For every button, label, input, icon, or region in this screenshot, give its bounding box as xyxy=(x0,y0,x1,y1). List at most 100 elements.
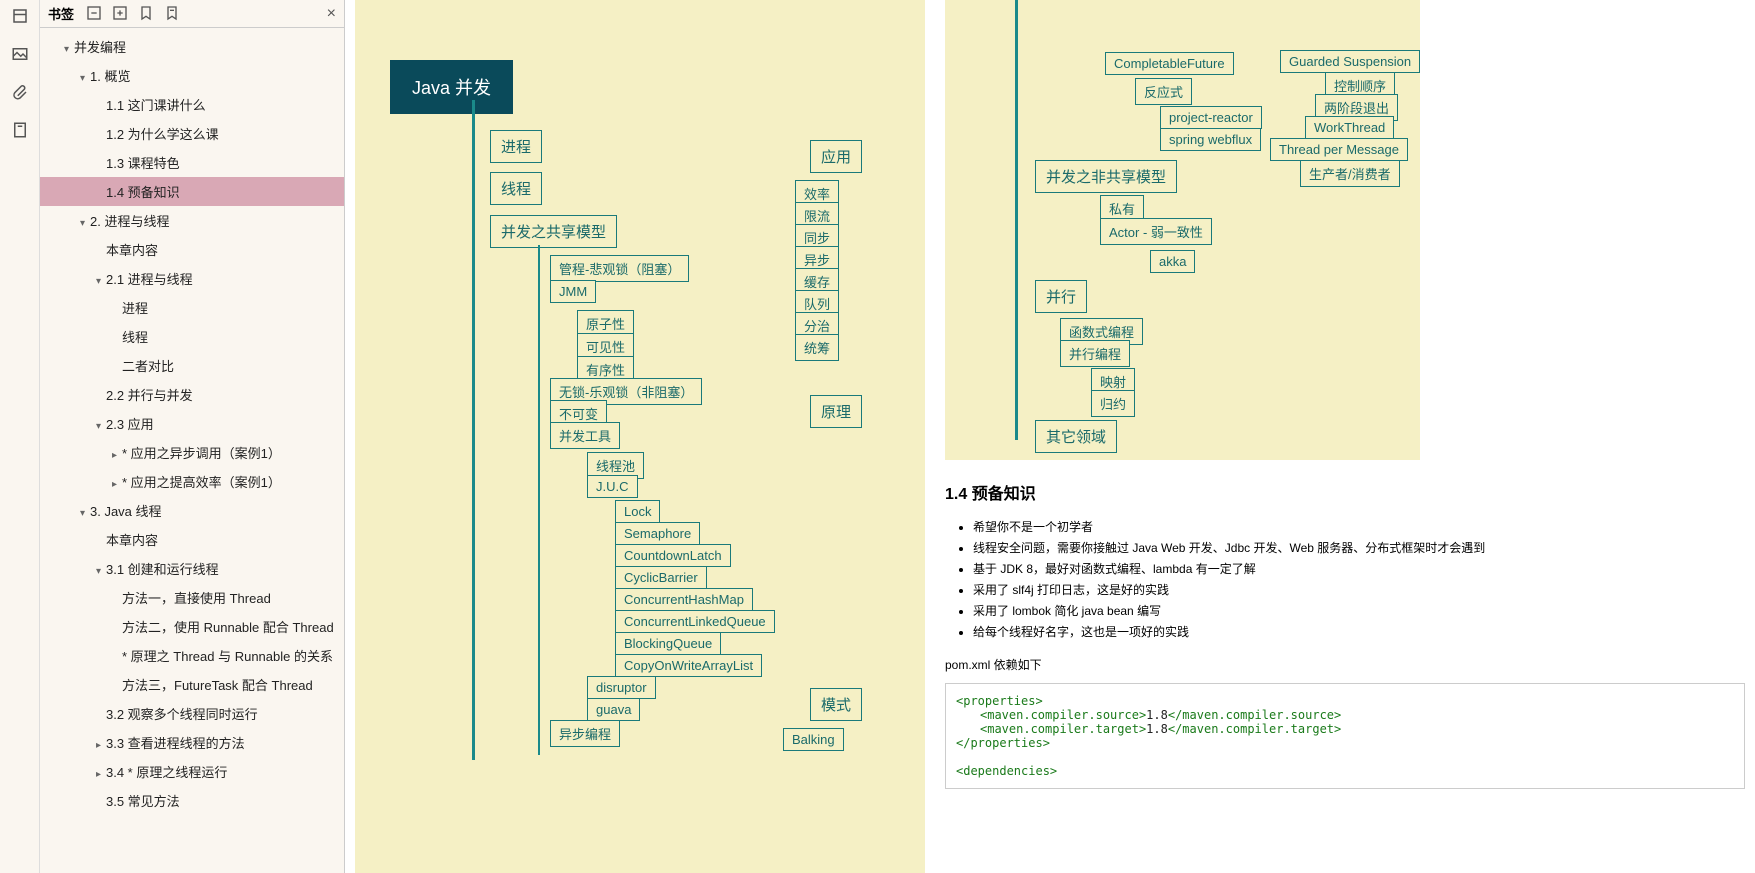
tree-item[interactable]: ▾3.1 创建和运行线程 xyxy=(40,554,344,583)
node-semaphore: Semaphore xyxy=(615,522,700,545)
tree-item[interactable]: 3.5 常见方法 xyxy=(40,786,344,815)
node-app: 应用 xyxy=(810,140,862,173)
node-clq: ConcurrentLinkedQueue xyxy=(615,610,775,633)
connector xyxy=(538,245,540,755)
node-parallel: 并行 xyxy=(1035,280,1087,313)
tree-item[interactable]: 3.2 观察多个线程同时运行 xyxy=(40,699,344,728)
tree-item[interactable]: 本章内容 xyxy=(40,525,344,554)
node-sw: spring webflux xyxy=(1160,128,1261,151)
node-jmm: JMM xyxy=(550,280,596,303)
tree-item[interactable]: 1.3 课程特色 xyxy=(40,148,344,177)
node-cf: CompletableFuture xyxy=(1105,52,1234,75)
tree-item[interactable]: 1.2 为什么学这么课 xyxy=(40,119,344,148)
left-icon-bar xyxy=(0,0,40,873)
bookmark-panel-icon[interactable] xyxy=(10,6,30,26)
bullet-item: 希望你不是一个初学者 xyxy=(973,518,1745,535)
bullet-item: 线程安全问题，需要你接触过 Java Web 开发、Jdbc 开发、Web 服务… xyxy=(973,539,1745,556)
tree-item[interactable]: ▾1. 概览 xyxy=(40,61,344,90)
tree-item[interactable]: 方法一，直接使用 Thread xyxy=(40,583,344,612)
node-nonshared: 并发之非共享模型 xyxy=(1035,160,1177,193)
node-pr: project-reactor xyxy=(1160,106,1262,129)
node-principle: 原理 xyxy=(810,395,862,428)
code-tag: </properties> xyxy=(956,736,1050,750)
node-wt: WorkThread xyxy=(1305,116,1394,139)
code-text: 1.8 xyxy=(1146,708,1168,722)
node-reactive: 反应式 xyxy=(1135,78,1192,105)
node-cowal: CopyOnWriteArrayList xyxy=(615,654,762,677)
code-tag: </maven.compiler.target> xyxy=(1168,722,1341,736)
bookmark-list-icon[interactable] xyxy=(164,5,182,23)
code-block: <properties> <maven.compiler.source>1.8<… xyxy=(945,683,1745,789)
tree-item[interactable]: 线程 xyxy=(40,322,344,351)
node-chm: ConcurrentHashMap xyxy=(615,588,753,611)
code-tag: <properties> xyxy=(956,694,1043,708)
tree-item[interactable]: ▸* 应用之异步调用（案例1） xyxy=(40,438,344,467)
tree-item[interactable]: ▾2. 进程与线程 xyxy=(40,206,344,235)
page-left: Java 并发 进程 线程 并发之共享模型 管程-悲观锁（阻塞） JMM 原子性… xyxy=(355,0,925,873)
tree-item[interactable]: 1.4 预备知识 xyxy=(40,177,344,206)
code-text: 1.8 xyxy=(1146,722,1168,736)
node-cdl: CountdownLatch xyxy=(615,544,731,567)
connector xyxy=(1015,0,1018,440)
doc-section: 1.4 预备知识 希望你不是一个初学者线程安全问题，需要你接触过 Java We… xyxy=(935,460,1755,799)
tree-item[interactable]: 本章内容 xyxy=(40,235,344,264)
document-content: Java 并发 进程 线程 并发之共享模型 管程-悲观锁（阻塞） JMM 原子性… xyxy=(345,0,1755,873)
tree-item[interactable]: ▾3. Java 线程 xyxy=(40,496,344,525)
bookmark-sidebar: 书签 × ▾并发编程▾1. 概览1.1 这门课讲什么1.2 为什么学这么课1.3… xyxy=(40,0,345,873)
connector xyxy=(472,100,475,760)
close-icon[interactable]: × xyxy=(327,5,336,23)
doc-heading: 1.4 预备知识 xyxy=(945,480,1745,504)
right-column: CompletableFuture 反应式 project-reactor sp… xyxy=(935,0,1755,873)
code-tag: </maven.compiler.source> xyxy=(1168,708,1341,722)
node-disruptor: disruptor xyxy=(587,676,656,699)
node-process: 进程 xyxy=(490,130,542,163)
node-akka: akka xyxy=(1150,250,1195,273)
expand-icon[interactable] xyxy=(86,5,104,23)
code-tag: <dependencies> xyxy=(956,764,1057,778)
bookmark-tree[interactable]: ▾并发编程▾1. 概览1.1 这门课讲什么1.2 为什么学这么课1.3 课程特色… xyxy=(40,28,344,873)
tag-icon[interactable] xyxy=(10,120,30,140)
tree-item[interactable]: 2.2 并行与并发 xyxy=(40,380,344,409)
tree-item[interactable]: 方法二，使用 Runnable 配合 Thread xyxy=(40,612,344,641)
tree-item[interactable]: ▾2.1 进程与线程 xyxy=(40,264,344,293)
code-tag: <maven.compiler.target> xyxy=(980,722,1146,736)
code-intro: pom.xml 依赖如下 xyxy=(945,656,1745,673)
tree-item[interactable]: ▾并发编程 xyxy=(40,32,344,61)
tree-item[interactable]: * 原理之 Thread 与 Runnable 的关系 xyxy=(40,641,344,670)
attachment-icon[interactable] xyxy=(10,82,30,102)
doc-bullet-list: 希望你不是一个初学者线程安全问题，需要你接触过 Java Web 开发、Jdbc… xyxy=(945,518,1745,640)
collapse-icon[interactable] xyxy=(112,5,130,23)
node-monitor: 管程-悲观锁（阻塞） xyxy=(550,255,689,282)
node-other: 其它领域 xyxy=(1035,420,1117,453)
node-pattern: 模式 xyxy=(810,688,862,721)
bullet-item: 基于 JDK 8，最好对函数式编程、lambda 有一定了解 xyxy=(973,560,1745,577)
tree-item[interactable]: 1.1 这门课讲什么 xyxy=(40,90,344,119)
node-balking: Balking xyxy=(783,728,844,751)
node-actor: Actor - 弱一致性 xyxy=(1100,218,1212,245)
node-reduce: 归约 xyxy=(1091,390,1135,417)
node-gs: Guarded Suspension xyxy=(1280,50,1420,73)
node-async: 异步编程 xyxy=(550,720,620,747)
node-thread: 线程 xyxy=(490,172,542,205)
node-lock: Lock xyxy=(615,500,660,523)
tree-item[interactable]: ▸3.4 * 原理之线程运行 xyxy=(40,757,344,786)
node-pc: 生产者/消费者 xyxy=(1300,160,1400,187)
tree-item[interactable]: ▸* 应用之提高效率（案例1） xyxy=(40,467,344,496)
node-cb: CyclicBarrier xyxy=(615,566,707,589)
tree-item[interactable]: ▾2.3 应用 xyxy=(40,409,344,438)
node-plan: 统筹 xyxy=(795,334,839,361)
tree-item[interactable]: ▸3.3 查看进程线程的方法 xyxy=(40,728,344,757)
sidebar-title: 书签 xyxy=(48,4,74,23)
bullet-item: 采用了 slf4j 打印日志，这是好的实践 xyxy=(973,581,1745,598)
node-tpm: Thread per Message xyxy=(1270,138,1408,161)
image-icon[interactable] xyxy=(10,44,30,64)
node-juc: J.U.C xyxy=(587,475,638,498)
tree-item[interactable]: 进程 xyxy=(40,293,344,322)
bookmark-add-icon[interactable] xyxy=(138,5,156,23)
code-tag: <maven.compiler.source> xyxy=(980,708,1146,722)
tree-item[interactable]: 二者对比 xyxy=(40,351,344,380)
bullet-item: 采用了 lombok 简化 java bean 编写 xyxy=(973,602,1745,619)
page-right: CompletableFuture 反应式 project-reactor sp… xyxy=(945,0,1420,460)
sidebar-header: 书签 × xyxy=(40,0,344,28)
tree-item[interactable]: 方法三，FutureTask 配合 Thread xyxy=(40,670,344,699)
